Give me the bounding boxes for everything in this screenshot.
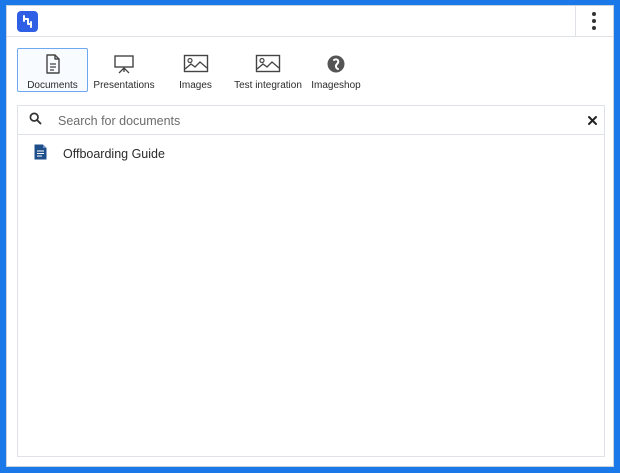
image-icon: [255, 53, 281, 75]
image-icon: [183, 53, 209, 75]
list-item[interactable]: Offboarding Guide: [34, 144, 165, 164]
source-tabs: Documents Presentations Images Test inte…: [17, 48, 367, 94]
search-bar: [18, 106, 604, 135]
document-file-icon: [34, 144, 47, 165]
tab-images[interactable]: Images: [160, 48, 231, 92]
tab-label: Presentations: [93, 80, 155, 91]
search-icon: [29, 112, 42, 130]
close-icon[interactable]: [587, 113, 598, 131]
top-bar: [7, 6, 613, 37]
tab-label: Images: [179, 80, 212, 91]
tab-label: Test integration: [234, 80, 302, 91]
app-logo-icon[interactable]: [17, 11, 38, 32]
documents-panel: Offboarding Guide: [17, 105, 605, 457]
search-input[interactable]: [56, 110, 560, 132]
document-name: Offboarding Guide: [63, 147, 165, 161]
topbar-divider: [575, 6, 576, 36]
tab-imageshop[interactable]: Imageshop: [305, 48, 367, 92]
document-icon: [45, 53, 61, 75]
kebab-menu-icon[interactable]: [584, 10, 604, 32]
app-window: Documents Presentations Images Test inte…: [6, 5, 614, 467]
tab-label: Documents: [27, 80, 78, 91]
tab-label: Imageshop: [311, 80, 361, 91]
tab-documents[interactable]: Documents: [17, 48, 88, 92]
tab-test-integration[interactable]: Test integration: [231, 48, 305, 92]
imageshop-icon: [326, 53, 346, 75]
presentation-easel-icon: [113, 53, 135, 75]
tab-presentations[interactable]: Presentations: [88, 48, 160, 92]
